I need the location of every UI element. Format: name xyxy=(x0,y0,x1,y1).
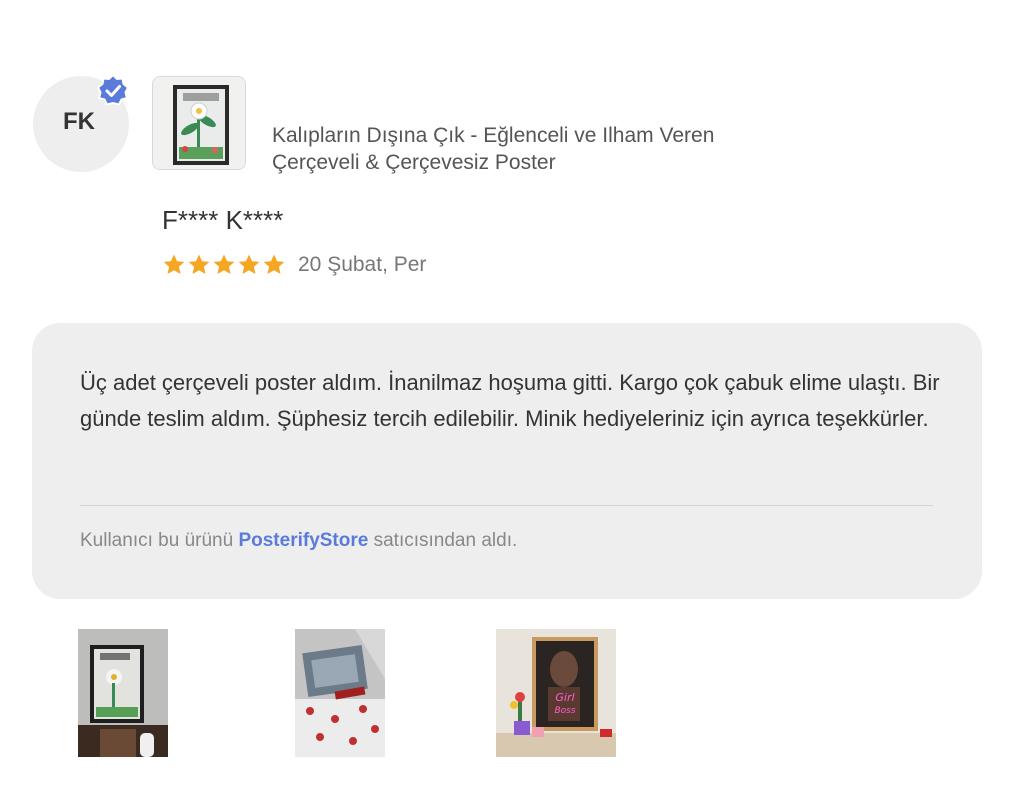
review-photo-2[interactable] xyxy=(295,629,385,757)
divider xyxy=(80,505,933,506)
review-date: 20 Şubat, Per xyxy=(298,253,427,276)
star-icon xyxy=(238,254,260,274)
seller-link[interactable]: PosterifyStore xyxy=(238,530,368,551)
star-icon xyxy=(188,254,210,274)
svg-text:Boss: Boss xyxy=(554,706,575,716)
star-icon xyxy=(263,254,285,274)
star-rating xyxy=(162,253,286,277)
seller-info: Kullanıcı bu ürünü PosterifyStore satıcı… xyxy=(80,530,517,552)
review-text: Üç adet çerçeveli poster aldım. İnanilma… xyxy=(80,370,940,431)
product-poster-image xyxy=(153,77,245,169)
product-title[interactable]: Kalıpların Dışına Çık - Eğlenceli ve Ilh… xyxy=(272,122,792,176)
product-title-line1: Kalıpların Dışına Çık - Eğlenceli ve Ilh… xyxy=(272,124,715,147)
reviewer-initials: FK xyxy=(63,108,95,135)
svg-text:Girl: Girl xyxy=(555,691,574,704)
star-icon xyxy=(163,254,185,274)
star-icon xyxy=(213,254,235,274)
product-thumbnail[interactable] xyxy=(152,76,246,170)
reviewer-name: F**** K**** xyxy=(162,205,284,235)
seller-suffix: satıcısından aldı. xyxy=(368,530,518,551)
seller-prefix: Kullanıcı bu ürünü xyxy=(80,530,239,551)
review-photo-3[interactable]: Girl Boss xyxy=(496,629,616,757)
review-photo-1[interactable] xyxy=(78,629,168,757)
product-title-line2: Çerçeveli & Çerçevesiz Poster xyxy=(272,151,556,174)
verified-badge-icon xyxy=(96,74,130,106)
